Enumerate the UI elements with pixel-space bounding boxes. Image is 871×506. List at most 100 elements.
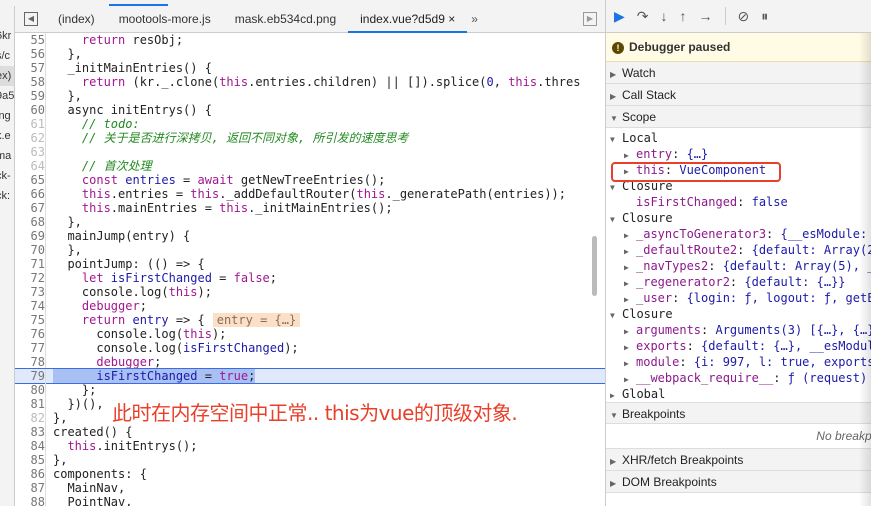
- line-number[interactable]: 64: [15, 159, 46, 173]
- section-dom-breakpoints[interactable]: ▶ DOM Breakpoints: [606, 471, 871, 493]
- line-number[interactable]: 69: [15, 229, 46, 243]
- scope-variable[interactable]: isFirstChanged: false: [610, 194, 871, 210]
- scope-variable[interactable]: ▶ entry: {…}: [610, 146, 871, 162]
- code-token: const: [53, 173, 126, 187]
- scope-group[interactable]: ▼ Closure: [610, 306, 871, 322]
- code-token: .entries =: [110, 187, 191, 201]
- line-number[interactable]: 72: [15, 271, 46, 285]
- line-number[interactable]: 61: [15, 117, 46, 131]
- scope-variable[interactable]: ▶ _asyncToGenerator3: {__esModule: t: [610, 226, 871, 242]
- editor-scrollbar[interactable]: [592, 236, 597, 296]
- scope-group[interactable]: ▼ Local: [610, 130, 871, 146]
- line-number[interactable]: 57: [15, 61, 46, 75]
- line-number[interactable]: 87: [15, 481, 46, 495]
- code-line: 62 // 关于是否进行深拷贝, 返回不同对象, 所引发的速度思考: [15, 131, 605, 145]
- file-item[interactable]: k.e: [0, 126, 14, 146]
- code-line: 60 async initEntrys() {: [15, 103, 605, 117]
- file-item[interactable]: 6kr: [0, 26, 14, 46]
- file-item[interactable]: ing: [0, 106, 14, 126]
- line-number[interactable]: 83: [15, 425, 46, 439]
- expand-icon: ▶: [624, 327, 629, 336]
- line-number[interactable]: 55: [15, 33, 46, 47]
- line-number[interactable]: 60: [15, 103, 46, 117]
- resume-icon[interactable]: ▶︎: [614, 8, 625, 25]
- file-item[interactable]: s/c: [0, 46, 14, 66]
- scope-global[interactable]: ▶ Global: [610, 386, 871, 402]
- line-number[interactable]: 70: [15, 243, 46, 257]
- line-number[interactable]: 58: [15, 75, 46, 89]
- line-number[interactable]: 78: [15, 355, 46, 369]
- scope-variable[interactable]: ▶ _user: {login: ƒ, logout: ƒ, getE: [610, 290, 871, 306]
- scope-variable[interactable]: ▶ __webpack_require__: ƒ (request): [610, 370, 871, 386]
- scope-variable[interactable]: ▶ module: {i: 997, l: true, exports: [610, 354, 871, 370]
- scope-variable[interactable]: ▶ _regenerator2: {default: {…}}: [610, 274, 871, 290]
- deactivate-breakpoints-icon[interactable]: ⊘: [738, 8, 750, 25]
- step-icon[interactable]: →: [699, 8, 713, 24]
- scope-variable[interactable]: ▶ exports: {default: {…}, __esModul: [610, 338, 871, 354]
- line-number[interactable]: 76: [15, 327, 46, 341]
- tab-index[interactable]: (index): [46, 6, 107, 33]
- scope-variable[interactable]: ▶ _navTypes2: {default: Array(5), _: [610, 258, 871, 274]
- code-text: return resObj;: [53, 33, 183, 47]
- tab-mootools-more[interactable]: mootools-more.js: [107, 6, 223, 33]
- code-token: debugger: [53, 355, 155, 369]
- line-number[interactable]: 85: [15, 453, 46, 467]
- code-line: 83 created() {: [15, 425, 605, 439]
- step-out-icon[interactable]: ↑: [680, 8, 687, 24]
- toggle-navigator-icon[interactable]: ◀: [24, 12, 38, 26]
- line-number[interactable]: 62: [15, 131, 46, 145]
- step-over-icon[interactable]: ↷: [637, 8, 649, 25]
- file-navigator[interactable]: 6krs/cex)9a5ingk.emack-ck:: [0, 6, 15, 506]
- code-line: 73 console.log(this);: [15, 285, 605, 299]
- line-number[interactable]: 88: [15, 495, 46, 506]
- file-item[interactable]: ck-: [0, 166, 14, 186]
- toggle-debugger-icon[interactable]: ▶: [583, 12, 597, 26]
- line-number[interactable]: 63: [15, 145, 46, 159]
- tab-index-vue[interactable]: index.vue?d5d9 ×: [348, 6, 468, 33]
- section-xhr-breakpoints[interactable]: ▶ XHR/fetch Breakpoints: [606, 449, 871, 471]
- editor-tab-bar: ◀ (index) mootools-more.js mask.eb534cd.…: [15, 6, 605, 33]
- line-number[interactable]: 56: [15, 47, 46, 61]
- line-number[interactable]: 75: [15, 313, 46, 327]
- highlight-box: [611, 162, 781, 182]
- section-breakpoints[interactable]: ▼ Breakpoints: [606, 402, 871, 424]
- pause-on-exceptions-icon[interactable]: ⏸: [761, 8, 768, 25]
- code-token: => {: [168, 313, 205, 327]
- code-token: },: [53, 453, 68, 467]
- line-number[interactable]: 65: [15, 173, 46, 187]
- code-token: let: [53, 271, 111, 285]
- line-number[interactable]: 79: [15, 369, 46, 383]
- file-item[interactable]: ck:: [0, 186, 14, 206]
- line-number[interactable]: 82: [15, 411, 46, 425]
- line-number[interactable]: 66: [15, 187, 46, 201]
- scope-group[interactable]: ▼ Closure: [610, 210, 871, 226]
- line-number[interactable]: 67: [15, 201, 46, 215]
- code-text: };: [53, 383, 96, 397]
- line-number[interactable]: 73: [15, 285, 46, 299]
- code-token: // 首次处理: [53, 159, 152, 173]
- code-token: this: [53, 201, 111, 215]
- scope-variable[interactable]: ▶ _defaultRoute2: {default: Array(2: [610, 242, 871, 258]
- line-number[interactable]: 59: [15, 89, 46, 103]
- section-watch[interactable]: ▶ Watch: [606, 62, 871, 84]
- tab-mask-png[interactable]: mask.eb534cd.png: [223, 6, 348, 33]
- line-number[interactable]: 86: [15, 467, 46, 481]
- section-call-stack[interactable]: ▶ Call Stack: [606, 84, 871, 106]
- step-into-icon[interactable]: ↓: [661, 8, 668, 24]
- more-tabs-button[interactable]: »: [467, 12, 482, 26]
- line-number[interactable]: 74: [15, 299, 46, 313]
- line-number[interactable]: 77: [15, 341, 46, 355]
- section-scope[interactable]: ▼ Scope: [606, 106, 871, 128]
- code-editor[interactable]: 55 return resObj; 56 }, 57 _initMainEntrie…: [15, 33, 605, 506]
- code-text: },: [53, 243, 81, 257]
- line-number[interactable]: 68: [15, 215, 46, 229]
- line-number[interactable]: 84: [15, 439, 46, 453]
- file-item[interactable]: ex): [0, 66, 14, 86]
- line-number[interactable]: 71: [15, 257, 46, 271]
- line-number[interactable]: 81: [15, 397, 46, 411]
- line-number[interactable]: 80: [15, 383, 46, 397]
- file-item[interactable]: ma: [0, 146, 14, 166]
- file-item[interactable]: 9a5: [0, 86, 14, 106]
- scope-variable[interactable]: ▶ arguments: Arguments(3) [{…}, {…}: [610, 322, 871, 338]
- code-line: 79 isFirstChanged = true;: [15, 368, 605, 384]
